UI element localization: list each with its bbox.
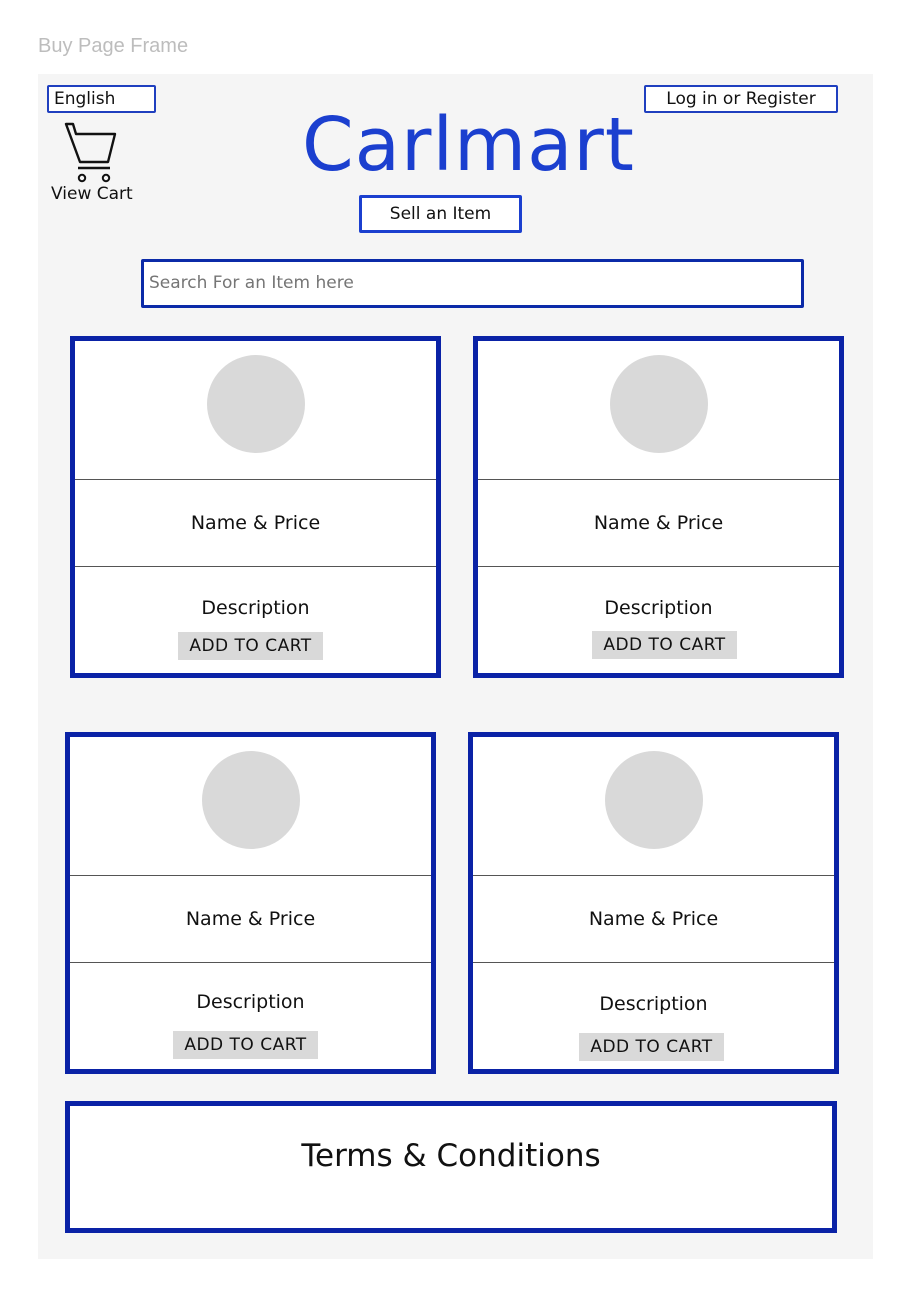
brand-logo: Carlmart [302,102,635,188]
product-image-area [473,737,834,876]
add-to-cart-button[interactable]: ADD TO CART [173,1031,318,1059]
description-label: Description [599,993,708,1015]
name-price-area: Name & Price [473,876,834,963]
product-card: Name & Price Description ADD TO CART [70,336,441,678]
description-label: Description [201,597,310,619]
add-to-cart-button[interactable]: ADD TO CART [592,631,737,659]
view-cart-button[interactable]: View Cart [51,122,147,206]
sell-item-button[interactable]: Sell an Item [359,195,522,233]
name-price-area: Name & Price [70,876,431,963]
language-selector[interactable]: English [47,85,156,113]
buy-page-frame: English Log in or Register View Cart Car… [38,74,873,1259]
terms-conditions-section[interactable]: Terms & Conditions [65,1101,837,1233]
view-cart-label: View Cart [51,184,133,204]
product-card: Name & Price Description ADD TO CART [473,336,844,678]
add-to-cart-button[interactable]: ADD TO CART [579,1033,724,1061]
product-card: Name & Price Description ADD TO CART [65,732,436,1074]
description-label: Description [196,991,305,1013]
product-image-placeholder [201,751,300,849]
product-image-placeholder [206,355,305,453]
product-image-placeholder [604,751,703,849]
name-price-area: Name & Price [478,480,839,567]
shopping-cart-icon [64,122,117,183]
product-image-area [478,341,839,480]
terms-conditions-label: Terms & Conditions [301,1138,601,1174]
product-card: Name & Price Description ADD TO CART [468,732,839,1074]
frame-label: Buy Page Frame [38,35,189,57]
add-to-cart-button[interactable]: ADD TO CART [178,632,323,660]
name-price-area: Name & Price [75,480,436,567]
product-image-area [70,737,431,876]
name-price-label: Name & Price [588,908,719,930]
description-label: Description [604,597,713,619]
product-image-placeholder [609,355,708,453]
name-price-label: Name & Price [593,512,724,534]
name-price-label: Name & Price [185,908,316,930]
product-image-area [75,341,436,480]
login-register-button[interactable]: Log in or Register [644,85,838,113]
name-price-label: Name & Price [190,512,321,534]
search-input[interactable] [141,259,804,308]
